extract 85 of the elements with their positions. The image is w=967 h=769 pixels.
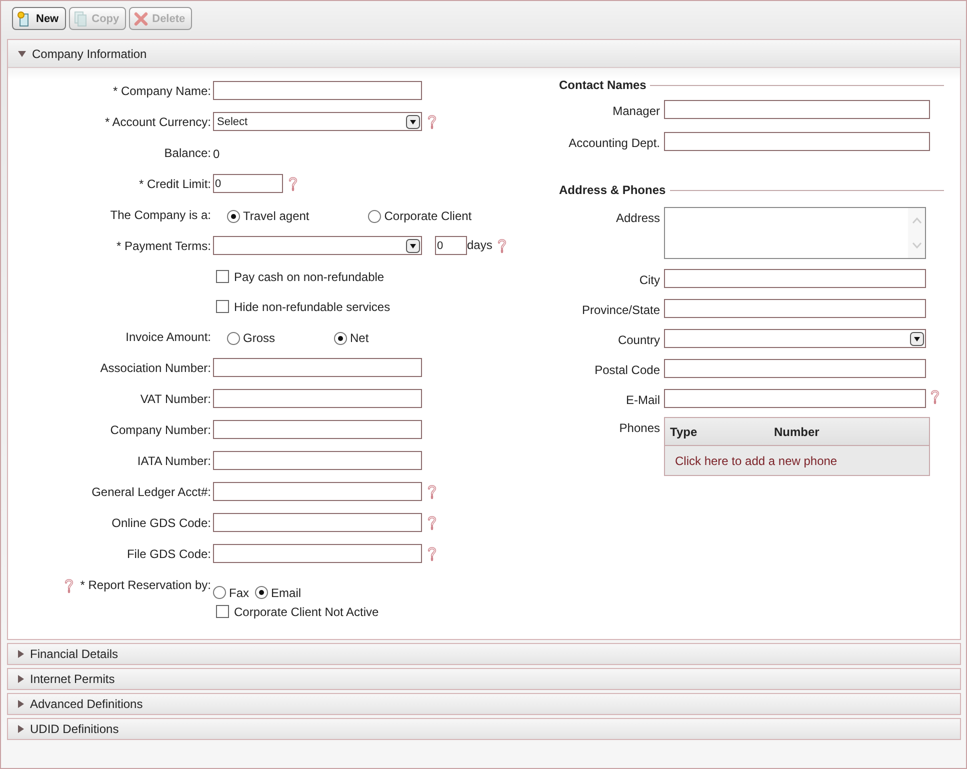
field-label: Manager (612, 103, 660, 118)
days-label: days (467, 237, 492, 252)
select-field[interactable] (664, 329, 926, 348)
collapse-triangle-icon (18, 50, 26, 56)
radio-button[interactable] (227, 332, 240, 344)
radio-label: Email (271, 586, 302, 600)
help-icon[interactable] (288, 176, 298, 192)
field-label: Address (614, 210, 660, 225)
help-icon[interactable] (427, 546, 437, 562)
field-label: Balance: (164, 146, 211, 160)
field-label: Postal Code (594, 362, 660, 377)
radio-label: Fax (229, 586, 250, 600)
text-field[interactable] (664, 132, 930, 151)
text-field[interactable] (664, 269, 926, 288)
text-field[interactable] (213, 81, 422, 100)
checkbox[interactable] (216, 300, 229, 313)
help-icon[interactable] (930, 389, 940, 405)
field-label: Company Number: (110, 423, 211, 437)
radio-button[interactable] (368, 210, 382, 222)
radio-button[interactable] (334, 332, 348, 344)
radio-label: Gross (243, 331, 276, 345)
text-field[interactable] (664, 100, 930, 119)
text-field[interactable] (213, 482, 422, 501)
text-field[interactable] (213, 544, 422, 563)
field-label: Province/State (580, 302, 660, 317)
text-field[interactable] (213, 513, 422, 532)
field-label: Phones (618, 420, 660, 435)
copy-icon (74, 10, 88, 26)
field-label: * Report Reservation by: (80, 578, 211, 592)
expand-triangle-icon (18, 700, 24, 708)
column-header: Type (669, 424, 698, 438)
delete-x-icon (134, 12, 148, 26)
field-label: * Company Name: (112, 84, 211, 98)
group-heading: Contact Names (559, 78, 646, 92)
help-icon[interactable] (427, 514, 437, 530)
select-field[interactable] (213, 236, 422, 255)
radio-label: Corporate Client (384, 209, 472, 223)
field-label: The Company is a: (110, 208, 211, 222)
field-label: * Account Currency: (104, 115, 211, 129)
checkbox-label: Corporate Client Not Active (234, 604, 379, 618)
column-header: Number (774, 424, 820, 438)
text-field[interactable] (664, 359, 926, 378)
balance-value: 0 (213, 146, 220, 161)
radio-label: Travel agent (243, 209, 310, 223)
days-field[interactable]: 0 (435, 236, 467, 255)
expand-triangle-icon (18, 675, 24, 683)
field-label: Accounting Dept. (568, 135, 660, 150)
field-label: City (638, 272, 660, 287)
select-field[interactable]: Select (213, 112, 422, 131)
checkbox[interactable] (216, 270, 229, 283)
help-icon[interactable] (64, 578, 74, 594)
help-icon[interactable] (427, 114, 437, 130)
checkbox[interactable] (216, 605, 229, 618)
radio-button[interactable] (213, 586, 226, 599)
field-label: General Ledger Acct#: (92, 485, 211, 499)
credit-limit-field[interactable]: 0 (213, 174, 283, 193)
section-header[interactable]: Company Information (8, 40, 960, 68)
field-label: Association Number: (100, 361, 211, 375)
group-heading: Address & Phones (559, 183, 666, 197)
checkbox-label: Hide non-refundable services (234, 300, 390, 314)
text-field[interactable] (213, 451, 422, 470)
help-icon[interactable] (497, 238, 508, 254)
checkbox-label: Pay cash on non-refundable (234, 270, 384, 284)
text-field[interactable] (664, 389, 926, 408)
field-label: VAT Number: (140, 392, 211, 406)
text-field[interactable] (664, 299, 926, 318)
field-label: * Payment Terms: (116, 239, 211, 253)
expand-triangle-icon (18, 725, 24, 733)
text-field[interactable] (213, 358, 422, 377)
help-icon[interactable] (427, 484, 437, 500)
radio-button[interactable] (227, 210, 240, 222)
field-label: Invoice Amount: (126, 330, 211, 344)
field-label: File GDS Code: (126, 547, 211, 561)
field-label: IATA Number: (137, 454, 211, 468)
field-label: * Credit Limit: (138, 177, 211, 191)
text-field[interactable] (213, 389, 422, 408)
radio-button[interactable] (255, 586, 268, 599)
add-phone-link[interactable]: Click here to add a new phone (675, 454, 838, 468)
field-label: Online GDS Code: (112, 516, 211, 530)
radio-label: Net (350, 331, 369, 345)
field-label: E-Mail (624, 392, 660, 407)
expand-triangle-icon (18, 650, 24, 658)
new-button[interactable]: New (12, 7, 66, 30)
text-field[interactable] (213, 420, 422, 439)
field-label: Country (616, 332, 660, 347)
